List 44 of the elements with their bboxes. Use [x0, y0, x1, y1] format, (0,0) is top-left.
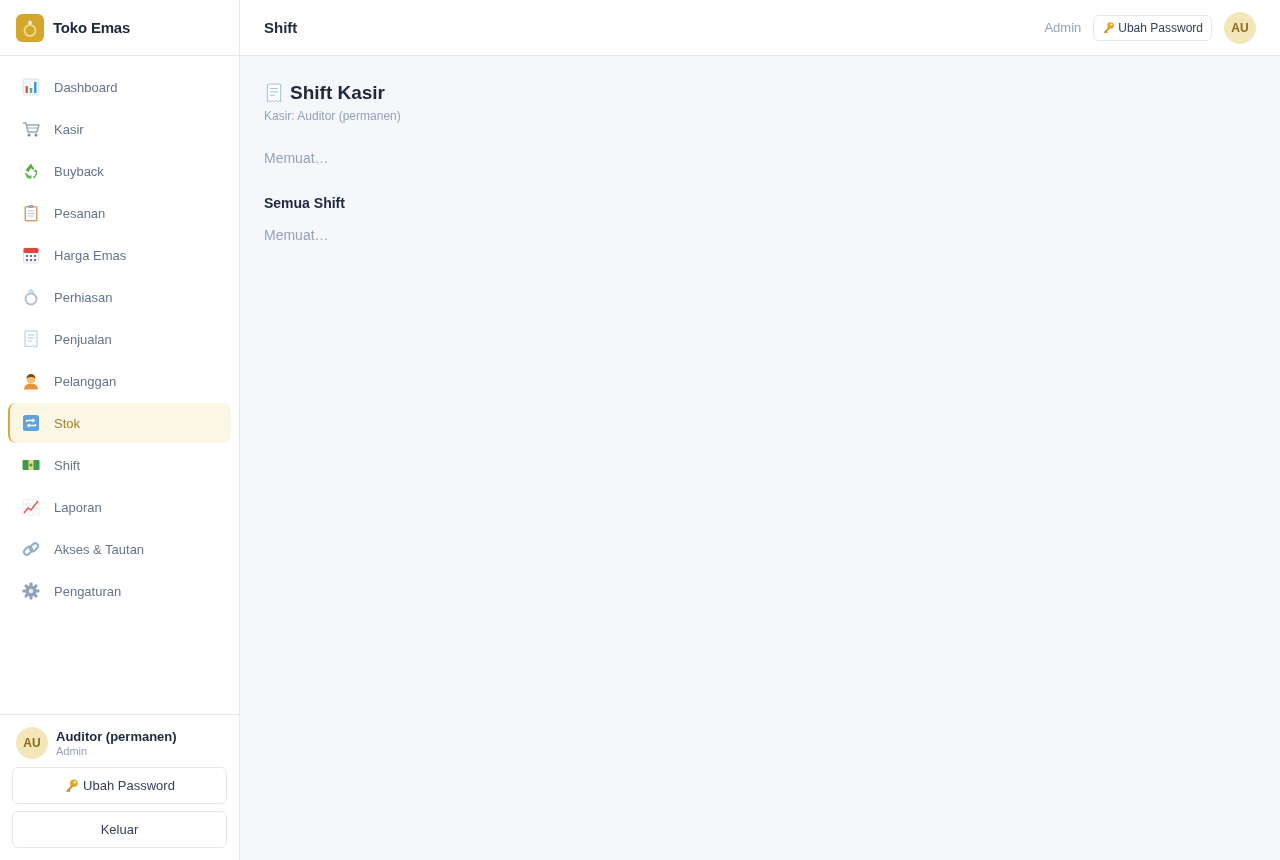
key-icon — [64, 778, 80, 793]
nav-item[interactable]: Shift — [8, 445, 231, 485]
nav-item[interactable]: Laporan — [8, 487, 231, 527]
change-password-button[interactable]: Ubah Password — [12, 767, 227, 804]
logout-button[interactable]: Keluar — [12, 811, 227, 848]
nav-item[interactable]: Buyback — [8, 151, 231, 191]
gear-icon — [22, 582, 40, 600]
page-title: Shift — [264, 19, 298, 36]
bar-chart-icon — [22, 78, 40, 96]
section-heading: Shift Kasir — [290, 81, 386, 105]
receipt-icon — [22, 330, 40, 348]
line-chart-icon — [22, 498, 40, 516]
nav-item[interactable]: Penjualan — [8, 319, 231, 359]
nav-item[interactable]: Stok — [8, 403, 231, 443]
user-avatar[interactable]: AU — [1224, 11, 1256, 44]
receipt-icon — [264, 82, 284, 103]
user-avatar: AU — [16, 727, 48, 759]
nav-item[interactable]: Akses & Tautan — [8, 529, 231, 569]
user-name: Auditor (permanen) — [56, 728, 177, 745]
section-title: Semua Shift — [264, 194, 346, 213]
recycle-icon — [22, 162, 40, 180]
loading-text: Memuat… — [264, 226, 330, 245]
nav-item[interactable]: Pengaturan — [8, 571, 231, 611]
role-label: Admin — [1044, 20, 1082, 35]
ring-logo-icon — [16, 13, 44, 42]
loading-text: Memuat… — [264, 149, 330, 168]
arrows-icon — [22, 414, 40, 432]
shopping-cart-icon — [22, 120, 40, 138]
nav-item[interactable]: Pelanggan — [8, 361, 231, 401]
brand-name: Toko Emas — [53, 19, 131, 36]
nav-item[interactable]: Perhiasan — [8, 277, 231, 317]
nav-item[interactable]: Pesanan — [8, 193, 231, 233]
link-icon — [22, 540, 40, 558]
nav-item[interactable]: Kasir — [8, 109, 231, 149]
cashier-label: Kasir: Auditor (permanen) — [264, 109, 402, 123]
nav-item[interactable]: Harga Emas — [8, 235, 231, 275]
calendar-icon — [22, 246, 40, 264]
nav-item[interactable]: Dashboard — [8, 67, 231, 107]
ring-icon — [22, 288, 40, 306]
person-icon — [22, 372, 40, 390]
key-icon — [1102, 21, 1116, 34]
change-password-button[interactable]: Ubah Password — [1093, 14, 1212, 41]
user-role: Admin — [56, 744, 89, 758]
clipboard-icon — [22, 204, 40, 222]
